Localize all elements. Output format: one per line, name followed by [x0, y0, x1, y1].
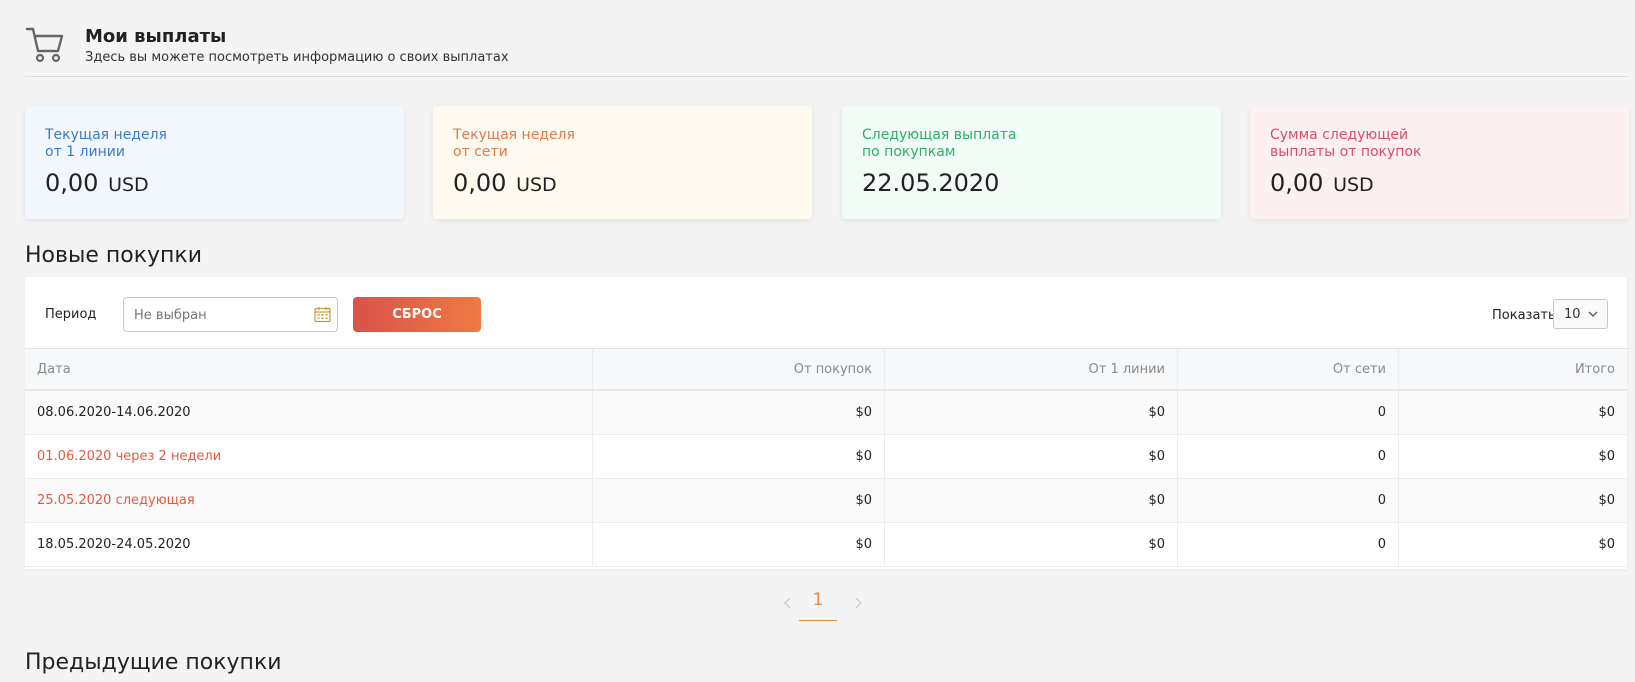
chevron-left-icon[interactable]	[782, 596, 794, 610]
period-label: Период	[45, 307, 97, 322]
cell-from-network: 0	[1178, 523, 1399, 566]
cell-from-purchases: $0	[593, 391, 885, 434]
stat-card-value: 0,00 USD	[45, 169, 149, 197]
stat-card-week-network: Текущая неделя от сети 0,00 USD	[433, 106, 812, 219]
stat-card-next-payout-sum: Сумма следующей выплаты от покупок 0,00 …	[1250, 106, 1629, 219]
cell-from-network: 0	[1178, 391, 1399, 434]
chevron-right-icon[interactable]	[852, 596, 864, 610]
table-header: Дата От покупок От 1 линии От сети Итого	[25, 349, 1627, 391]
cell-from-line1: $0	[885, 435, 1178, 478]
column-header-total[interactable]: Итого	[1399, 349, 1627, 389]
new-purchases-panel: Период СБРОС Показать 10	[25, 277, 1627, 569]
stat-card-value: 0,00 USD	[1270, 169, 1374, 197]
cell-date: 01.06.2020 через 2 недели	[25, 435, 593, 478]
stat-card-label: Текущая неделя от сети	[453, 127, 575, 160]
cart-icon	[25, 27, 64, 63]
column-header-date[interactable]: Дата	[25, 349, 593, 389]
stat-card-label: Сумма следующей выплаты от покупок	[1270, 127, 1422, 160]
column-header-from-purchases[interactable]: От покупок	[593, 349, 885, 389]
reset-button[interactable]: СБРОС	[353, 297, 481, 332]
stat-card-next-payout-date: Следующая выплата по покупкам 22.05.2020	[842, 106, 1221, 219]
previous-purchases-title: Предыдущие покупки	[25, 650, 282, 675]
page-header: Мои выплаты Здесь вы можете посмотреть и…	[25, 0, 1627, 77]
column-header-from-line1[interactable]: От 1 линии	[885, 349, 1178, 389]
calendar-icon[interactable]	[314, 306, 331, 323]
period-date-field[interactable]	[123, 297, 338, 332]
stat-card-week-line1: Текущая неделя от 1 линии 0,00 USD	[25, 106, 404, 219]
stat-card-label: Следующая выплата по покупкам	[862, 127, 1017, 160]
cell-total: $0	[1598, 493, 1615, 508]
page-size-value: 10	[1564, 307, 1581, 322]
page-title: Мои выплаты	[85, 26, 227, 47]
cell-from-network: 0	[1178, 479, 1399, 522]
period-input[interactable]	[134, 306, 304, 324]
cell-from-purchases: $0	[593, 479, 885, 522]
table-row: 25.05.2020 следующая $0 $0 0 $0	[25, 479, 1627, 523]
cell-date: 08.06.2020-14.06.2020	[25, 391, 593, 434]
show-label: Показать	[1492, 308, 1556, 323]
cell-from-purchases: $0	[593, 523, 885, 566]
cell-from-line1: $0	[885, 523, 1178, 566]
cell-date: 25.05.2020 следующая	[25, 479, 593, 522]
cell-total: $0	[1598, 449, 1615, 464]
page-size-select[interactable]: 10	[1553, 299, 1608, 329]
stat-card-value: 0,00 USD	[453, 169, 557, 197]
stat-card-value: 22.05.2020	[862, 169, 1000, 197]
column-header-from-network[interactable]: От сети	[1178, 349, 1399, 389]
cell-from-network: 0	[1178, 435, 1399, 478]
cell-from-line1: $0	[885, 391, 1178, 434]
cell-from-line1: $0	[885, 479, 1178, 522]
page-number-current[interactable]: 1	[799, 590, 837, 621]
table-row: 01.06.2020 через 2 недели $0 $0 0 $0	[25, 435, 1627, 479]
purchases-table: Дата От покупок От 1 линии От сети Итого…	[25, 348, 1627, 567]
stat-card-label: Текущая неделя от 1 линии	[45, 127, 167, 160]
cell-total: $0	[1598, 405, 1615, 420]
page-subtitle: Здесь вы можете посмотреть информацию о …	[85, 50, 509, 65]
table-row: 18.05.2020-24.05.2020 $0 $0 0 $0	[25, 523, 1627, 567]
cell-from-purchases: $0	[593, 435, 885, 478]
cell-date: 18.05.2020-24.05.2020	[25, 523, 593, 566]
pagination: 1	[25, 590, 1627, 630]
cell-total: $0	[1598, 537, 1615, 552]
chevron-down-icon	[1588, 311, 1598, 317]
stat-cards: Текущая неделя от 1 линии 0,00 USD Текущ…	[25, 106, 1629, 220]
payouts-page: Мои выплаты Здесь вы можете посмотреть и…	[25, 0, 1629, 675]
table-row: 08.06.2020-14.06.2020 $0 $0 0 $0	[25, 391, 1627, 435]
new-purchases-title: Новые покупки	[25, 243, 202, 268]
